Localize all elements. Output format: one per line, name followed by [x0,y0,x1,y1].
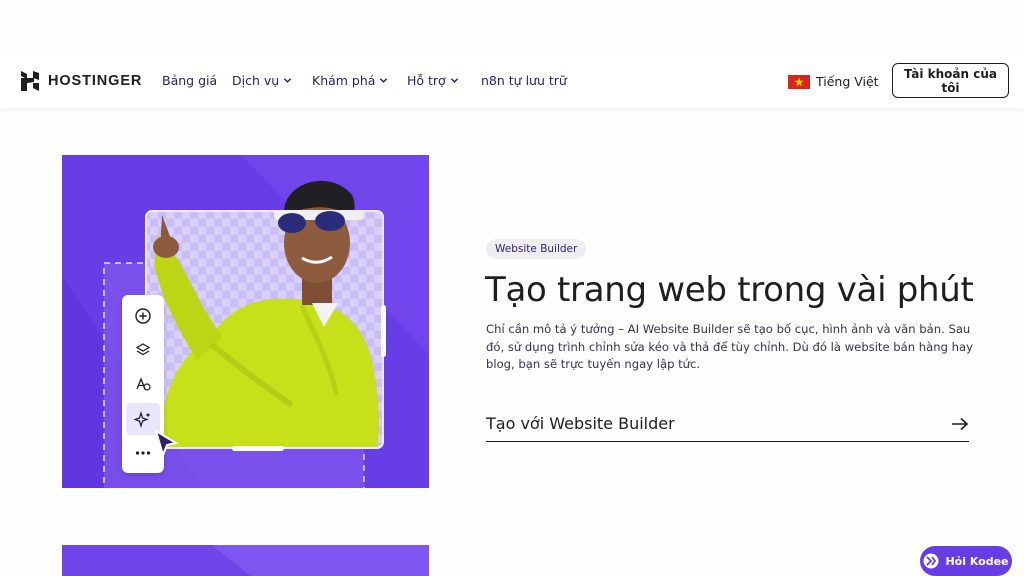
nav-item-label: Bảng giá [162,73,218,88]
chevron-down-icon [380,78,388,83]
chevron-down-icon [450,78,458,83]
hostinger-logo[interactable]: HOSTINGER [20,70,142,92]
nav-item-label: Dịch vụ [232,73,280,88]
site-header: HOSTINGER Bảng giá Dịch vụ Khám phá Hỗ t… [0,52,1024,108]
website-builder-illustration [62,155,429,488]
main-nav: Bảng giá Dịch vụ Khám phá Hỗ trợ n8n tự … [162,73,567,88]
logo-text: HOSTINGER [48,73,143,89]
text-style-icon[interactable] [135,376,151,392]
ask-kodee-button[interactable]: Hỏi Kodee [920,546,1012,576]
nav-item-label: n8n tự lưu trữ [481,73,567,88]
chevron-down-icon [284,78,292,83]
cta-label: Tạo với Website Builder [486,414,675,433]
nav-item-n8n[interactable]: n8n tự lưu trữ [481,73,567,88]
hostinger-logo-icon [21,71,39,91]
nav-item-label: Hỗ trợ [407,73,446,88]
nav-item-explore[interactable]: Khám phá [312,73,407,88]
product-badge: Website Builder [486,239,587,259]
cursor-pointer-icon [154,429,179,459]
vietnam-flag-icon [788,74,810,89]
language-selector[interactable]: Tiếng Việt [788,74,879,89]
kodee-icon [923,553,939,569]
layers-icon[interactable] [135,342,151,358]
next-section-illustration [62,545,429,576]
ai-sparkle-icon[interactable] [134,411,152,429]
nav-item-label: Khám phá [312,73,376,88]
hero-illustration [62,155,429,488]
language-label: Tiếng Việt [816,74,879,89]
arrow-right-icon [952,417,969,430]
hero-title: Tạo trang web trong vài phút [485,270,974,310]
plus-circle-icon[interactable] [135,308,151,324]
nav-item-support[interactable]: Hỗ trợ [407,73,481,88]
create-with-builder-link[interactable]: Tạo với Website Builder [486,406,969,442]
more-icon[interactable] [135,450,151,456]
kodee-label: Hỏi Kodee [945,554,1009,568]
nav-item-services[interactable]: Dịch vụ [232,73,312,88]
account-button[interactable]: Tài khoản của tôi [892,63,1009,98]
hero-description: Chỉ cần mô tả ý tưởng – AI Website Build… [486,322,973,371]
nav-item-pricing[interactable]: Bảng giá [162,73,232,88]
